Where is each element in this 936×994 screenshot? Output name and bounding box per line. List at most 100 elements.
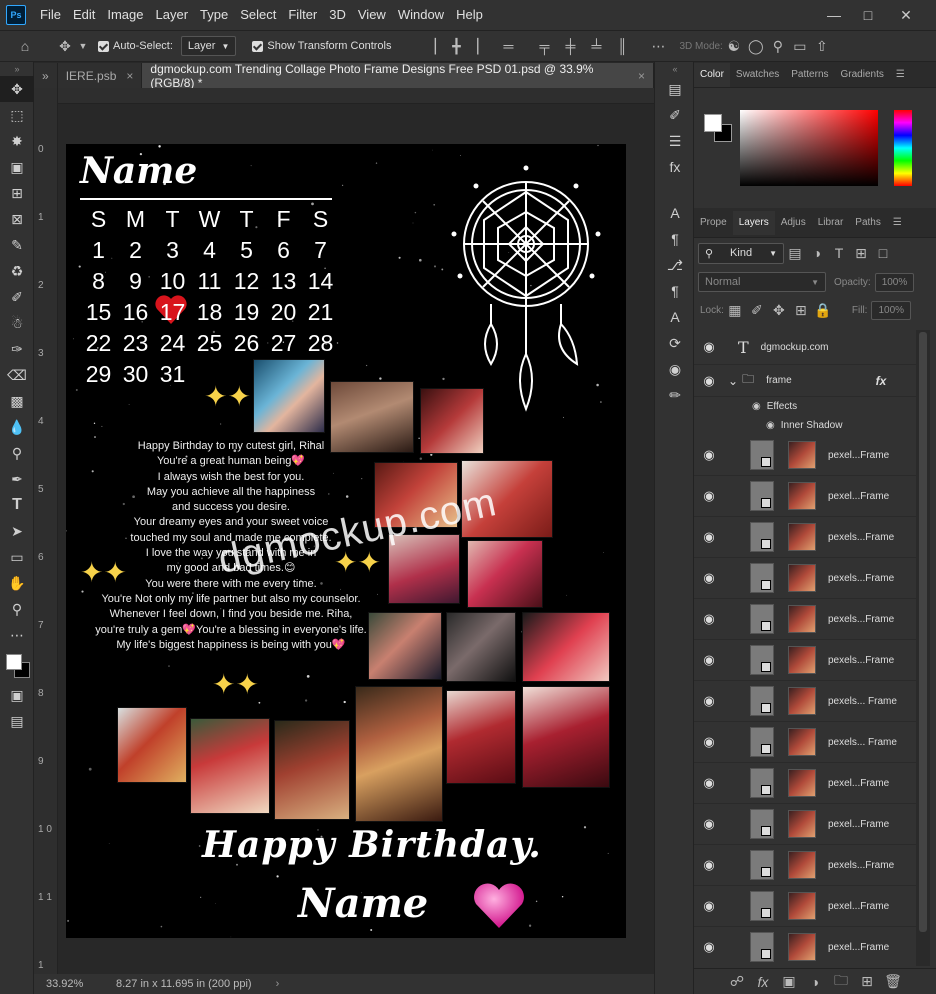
layer-thumbnail[interactable] (788, 769, 816, 797)
distribute-vertical-icon[interactable]: ║ (611, 38, 633, 55)
layer-thumbnail[interactable] (788, 523, 816, 551)
blend-mode-dropdown[interactable]: Normal ▼ (698, 272, 826, 292)
menu-3d[interactable]: 3D (323, 0, 352, 30)
layer-row[interactable]: ◉ pexel...Frame (694, 804, 916, 845)
home-icon[interactable]: ⌂ (14, 38, 36, 54)
menu-window[interactable]: Window (392, 0, 450, 30)
delete-layer-icon[interactable]: 🗑 (882, 973, 904, 990)
layer-row[interactable]: ◉ pexel...Frame (694, 763, 916, 804)
menu-edit[interactable]: Edit (67, 0, 101, 30)
layer-mask-thumbnail[interactable] (750, 645, 774, 675)
layer-row[interactable]: ◉ pexels...Frame (694, 845, 916, 886)
align-top-icon[interactable]: ╤ (533, 38, 555, 55)
paragraph-panel-icon[interactable]: ¶ (655, 226, 695, 252)
more-tools-icon[interactable]: ⋯ (0, 622, 34, 648)
layer-thumbnail[interactable] (788, 851, 816, 879)
collapse-icon[interactable]: » (0, 62, 34, 76)
photo-frame-13[interactable] (522, 686, 610, 788)
tab-swatches[interactable]: Swatches (730, 63, 785, 87)
align-right-icon[interactable]: ▏ (471, 38, 493, 55)
brush-panel-icon[interactable]: ✐ (655, 102, 695, 128)
photoshop-logo-icon[interactable]: Ps (6, 5, 26, 25)
panel-menu-icon[interactable]: ☰ (887, 211, 908, 235)
photo-frame-15[interactable] (190, 718, 270, 814)
layer-mask-thumbnail[interactable] (750, 768, 774, 798)
tab-gradients[interactable]: Gradients (835, 63, 890, 87)
type-tool-icon[interactable]: T (0, 492, 34, 518)
layer-thumbnail[interactable] (788, 605, 816, 633)
close-icon[interactable]: × (638, 69, 645, 83)
eye-icon[interactable]: ◉ (694, 529, 724, 545)
foreground-color-swatch[interactable] (704, 114, 722, 132)
chevron-right-icon[interactable]: › (276, 978, 280, 990)
healing-brush-tool-icon[interactable]: ♻ (0, 258, 34, 284)
layer-row[interactable]: ◉ pexel...Frame (694, 435, 916, 476)
photo-frame-10[interactable] (522, 612, 610, 682)
layer-thumbnail[interactable] (788, 810, 816, 838)
opacity-input[interactable]: 100% (874, 272, 915, 292)
photo-frame-14[interactable] (117, 707, 187, 783)
align-middle-icon[interactable]: ╪ (559, 38, 581, 55)
layer-row[interactable]: ◉ pexels... Frame (694, 681, 916, 722)
adjustment-layer-icon[interactable]: ◑ (804, 974, 826, 990)
collapse-icon[interactable]: « (655, 62, 695, 76)
menu-help[interactable]: Help (450, 0, 489, 30)
layer-thumbnail[interactable] (788, 482, 816, 510)
marquee-tool-icon[interactable]: ⬚ (0, 102, 34, 128)
path-select-tool-icon[interactable]: ➤ (0, 518, 34, 544)
gradient-tool-icon[interactable]: ▩ (0, 388, 34, 414)
layer-mask-thumbnail[interactable] (750, 440, 774, 470)
link-layers-icon[interactable]: ☍ (726, 973, 748, 990)
lock-all-icon[interactable]: 🔒 (812, 302, 834, 319)
share-icon[interactable]: ⇧ (811, 38, 833, 55)
lock-pixels-icon[interactable]: ▦ (724, 302, 746, 319)
filter-adjustment-icon[interactable]: ◑ (806, 245, 828, 261)
close-icon[interactable]: × (126, 69, 133, 83)
menu-type[interactable]: Type (194, 0, 234, 30)
layer-row[interactable]: ◉ pexels...Frame (694, 640, 916, 681)
layer-mask-thumbnail[interactable] (750, 850, 774, 880)
eye-icon[interactable]: ◉ (694, 488, 724, 504)
eye-icon[interactable]: ◉ (694, 693, 724, 709)
screen-mode-icon[interactable]: ▤ (0, 708, 34, 734)
photo-frame-12[interactable] (446, 690, 516, 784)
layer-row[interactable]: ◉ Inner Shadow (694, 416, 916, 435)
layer-row[interactable]: ◉ pexels... Frame (694, 722, 916, 763)
menu-file[interactable]: File (34, 0, 67, 30)
layers-scrollbar[interactable] (916, 330, 930, 966)
document-canvas[interactable]: Name S M T W T F S 1 2 3 4 5 6 7 8 9 10 11 12 13 14 15 16 17 18 1… (66, 144, 626, 938)
chevron-down-icon[interactable]: ▼ (76, 41, 90, 51)
glyphs-panel-icon[interactable]: ⎇ (655, 252, 695, 278)
fx-icon[interactable]: fx (752, 974, 774, 990)
tab-prope[interactable]: Prope (694, 211, 733, 235)
eye-icon[interactable]: ◉ (694, 734, 724, 750)
panel-collapse-icon[interactable]: » (34, 63, 58, 88)
eye-icon[interactable]: ◉ (694, 447, 724, 463)
clone-stamp-tool-icon[interactable]: ☃ (0, 310, 34, 336)
close-icon[interactable]: ✕ (888, 0, 924, 30)
eye-icon[interactable]: ◉ (694, 939, 724, 955)
eye-icon[interactable]: ◉ (694, 611, 724, 627)
rectangle-tool-icon[interactable]: ▭ (0, 544, 34, 570)
filter-type-icon[interactable]: T (828, 245, 850, 261)
document-tab[interactable]: IERE.psb × (57, 63, 143, 88)
layer-mask-thumbnail[interactable] (750, 686, 774, 716)
align-bottom-icon[interactable]: ╧ (585, 38, 607, 55)
quick-mask-icon[interactable]: ▣ (0, 682, 34, 708)
eye-icon[interactable]: ◉ (766, 420, 775, 431)
maximize-icon[interactable]: □ (850, 0, 886, 30)
eye-icon[interactable]: ◉ (752, 401, 761, 412)
menu-filter[interactable]: Filter (282, 0, 323, 30)
foreground-color-swatch[interactable] (6, 654, 22, 670)
panel-menu-icon[interactable]: ☰ (890, 63, 911, 87)
dodge-tool-icon[interactable]: ⚲ (0, 440, 34, 466)
filter-kind-dropdown[interactable]: ⚲ Kind ▼ (698, 242, 784, 264)
eye-icon[interactable]: ◉ (694, 775, 724, 791)
eye-icon[interactable]: ◉ (694, 373, 724, 389)
tab-color[interactable]: Color (694, 62, 730, 87)
workspace-icon[interactable]: ▭ (789, 38, 811, 55)
layer-thumbnail[interactable] (788, 564, 816, 592)
color-picker-field[interactable] (740, 110, 878, 186)
more-icon[interactable]: ⋯ (647, 38, 669, 55)
document-tab[interactable]: dgmockup.com Trending Collage Photo Fram… (142, 62, 654, 90)
